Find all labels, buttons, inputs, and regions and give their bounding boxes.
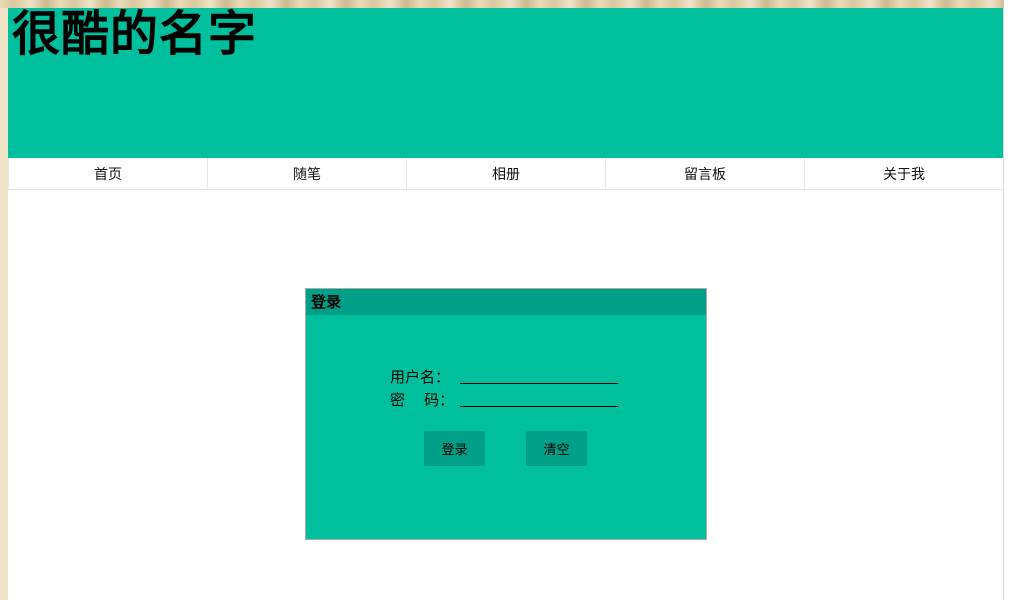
nav-item-album[interactable]: 相册 bbox=[406, 158, 605, 189]
nav-item-essays[interactable]: 随笔 bbox=[207, 158, 406, 189]
nav-item-home[interactable]: 首页 bbox=[8, 158, 207, 189]
username-input[interactable] bbox=[460, 368, 618, 384]
clear-button[interactable]: 清空 bbox=[526, 431, 587, 466]
login-button[interactable]: 登录 bbox=[424, 431, 485, 466]
main-nav: 首页 随笔 相册 留言板 关于我 bbox=[8, 158, 1003, 190]
username-row: 用户名： bbox=[390, 365, 618, 387]
site-header: 很酷的名字 bbox=[8, 6, 1003, 158]
nav-item-guestbook[interactable]: 留言板 bbox=[605, 158, 804, 189]
login-panel-title: 登录 bbox=[306, 289, 706, 315]
login-panel: 登录 用户名： 密 码： 登录 清空 bbox=[305, 288, 707, 540]
window-right-edge bbox=[1004, 0, 1017, 600]
site-title: 很酷的名字 bbox=[12, 6, 258, 62]
nav-item-about[interactable]: 关于我 bbox=[804, 158, 1003, 189]
password-label: 密 码： bbox=[390, 390, 455, 409]
password-input[interactable] bbox=[460, 391, 618, 407]
page-container: 很酷的名字 首页 随笔 相册 留言板 关于我 登录 用户名： 密 码： 登录 清… bbox=[8, 6, 1004, 600]
password-row: 密 码： bbox=[390, 388, 618, 410]
username-label: 用户名： bbox=[390, 367, 451, 386]
